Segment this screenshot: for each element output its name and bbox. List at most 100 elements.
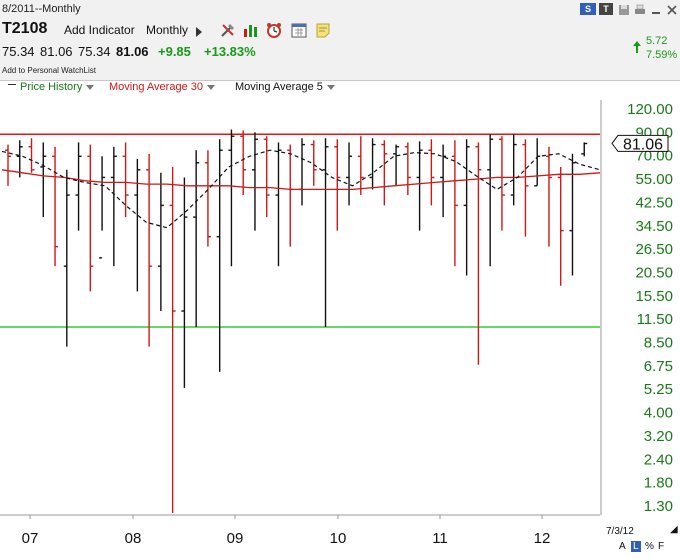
y-tick-label: 4.00 (644, 405, 673, 422)
ohlc-bar (134, 158, 141, 292)
y-tick-label: 3.20 (644, 428, 673, 445)
period-select[interactable]: Monthly (146, 23, 188, 37)
t-button-label: T (603, 4, 609, 14)
ohlc-bar (87, 144, 94, 292)
y-tick-label: 1.30 (644, 498, 673, 515)
x-tick-label: 12 (534, 530, 551, 547)
scale-a-button[interactable]: A (619, 541, 626, 552)
ohlc-bar (369, 138, 376, 190)
tools-icon[interactable] (219, 21, 237, 39)
ohlc-bar (146, 153, 153, 347)
ma5-label: Moving Average 5 (235, 81, 323, 93)
x-tick-label: 10 (330, 530, 347, 547)
high-value: 81.06 (40, 44, 73, 59)
ohlc-bar (522, 139, 529, 237)
ohlc-bar (63, 169, 70, 347)
price-history-label: Price History (20, 81, 83, 93)
ohlc-bar (498, 136, 505, 231)
ohlc-bar (381, 140, 388, 206)
ohlc-bar (5, 144, 11, 186)
x-tick-label: 11 (432, 530, 448, 547)
y-tick-label: 5.25 (644, 381, 673, 398)
up-arrow-icon (633, 41, 641, 53)
y-tick-label: 15.50 (635, 288, 673, 305)
add-indicator-button[interactable]: Add Indicator (64, 23, 135, 37)
ohlc-bar (310, 140, 317, 186)
ma30-menu[interactable]: Moving Average 30 (109, 81, 215, 96)
ohlc-bar (263, 136, 270, 218)
scale-f-button[interactable]: F (658, 541, 664, 552)
ohlc-bar (240, 130, 247, 196)
resize-grip-icon[interactable]: ◢ (670, 524, 678, 535)
ohlc-bar (251, 132, 258, 231)
ohlc-bar (181, 177, 188, 388)
chart-type-icon[interactable] (242, 21, 260, 39)
print-icon[interactable] (634, 4, 646, 16)
chevron-down-icon (86, 84, 95, 90)
price-history-menu[interactable]: Price History (20, 81, 95, 96)
ohlc-bar (545, 146, 552, 247)
indicator-bar-marker (8, 84, 16, 85)
ohlc-bar (428, 139, 435, 206)
ohlc-bar (451, 140, 458, 267)
x-axis: 07 08 09 10 11 12 (0, 514, 600, 547)
ohlc-bar (487, 134, 494, 267)
x-tick-label: 08 (125, 530, 142, 547)
t-button[interactable]: T (599, 3, 613, 15)
price-chart[interactable]: 120.0090.0070.0055.0042.5034.5026.5020.5… (0, 100, 680, 559)
ohlc-bar (581, 142, 588, 157)
ohlc-bar (169, 166, 176, 514)
period-value: Monthly (146, 23, 189, 37)
y-tick-label: 1.80 (644, 475, 673, 492)
y-tick-label: 120.00 (627, 101, 673, 118)
ohlc-bar (28, 138, 35, 173)
close-value: 81.06 (116, 44, 149, 59)
ohlc-bar (299, 138, 305, 206)
ohlc-bar (228, 129, 235, 267)
s-button[interactable]: S (580, 3, 596, 15)
scale-log-button[interactable]: L (631, 541, 641, 552)
y-tick-label: 6.75 (644, 358, 673, 375)
ohlc-bar (346, 142, 353, 206)
scale-percent-button[interactable]: % (645, 541, 654, 552)
alarm-clock-icon[interactable] (265, 21, 283, 39)
ohlc-bar (463, 139, 470, 276)
close-icon[interactable] (666, 4, 678, 16)
chevron-down-icon (326, 84, 335, 90)
ohlc-bar (534, 138, 541, 187)
chevron-down-icon (206, 84, 215, 90)
s-button-label: S (584, 4, 591, 14)
ohlc-bar (416, 141, 423, 231)
ohlc-bar (52, 146, 59, 267)
ohlc-bar (510, 134, 517, 206)
y-tick-label: 55.00 (635, 171, 673, 188)
minimize-icon[interactable] (650, 4, 662, 16)
ma30-line (1, 169, 601, 191)
ohlc-bar (193, 150, 200, 328)
chart-header: 8/2011--Monthly T2108 Add Indicator Mont… (0, 0, 680, 81)
ohlc-bar (40, 142, 47, 218)
ohlc-bar (393, 144, 400, 186)
y-axis: 120.0090.0070.0055.0042.5034.5026.5020.5… (600, 100, 673, 515)
ohlc-bar (404, 142, 411, 196)
x-tick-label: 07 (22, 530, 39, 547)
moving-averages (1, 149, 601, 229)
ohlc-bar (157, 172, 164, 312)
date-range-label: 8/2011--Monthly (2, 3, 81, 15)
ohlc-bar (557, 166, 564, 286)
period-arrow-icon[interactable] (196, 27, 202, 37)
y-tick-label: 8.50 (644, 335, 673, 352)
calendar-icon[interactable] (290, 21, 308, 39)
ohlc-bar (75, 142, 82, 231)
save-icon[interactable] (618, 4, 630, 16)
y-tick-label: 20.50 (635, 264, 673, 281)
ohlc-bar (204, 150, 211, 247)
date-label: 7/3/12 (606, 526, 634, 537)
y-tick-label: 11.50 (637, 311, 673, 328)
notes-icon[interactable] (314, 21, 332, 39)
ohlc-bar (110, 146, 117, 267)
ohlc-bar (334, 139, 341, 231)
add-to-watchlist-link[interactable]: Add to Personal WatchList (2, 66, 96, 75)
ma5-menu[interactable]: Moving Average 5 (235, 81, 335, 96)
y-tick-label: 34.50 (635, 218, 673, 235)
